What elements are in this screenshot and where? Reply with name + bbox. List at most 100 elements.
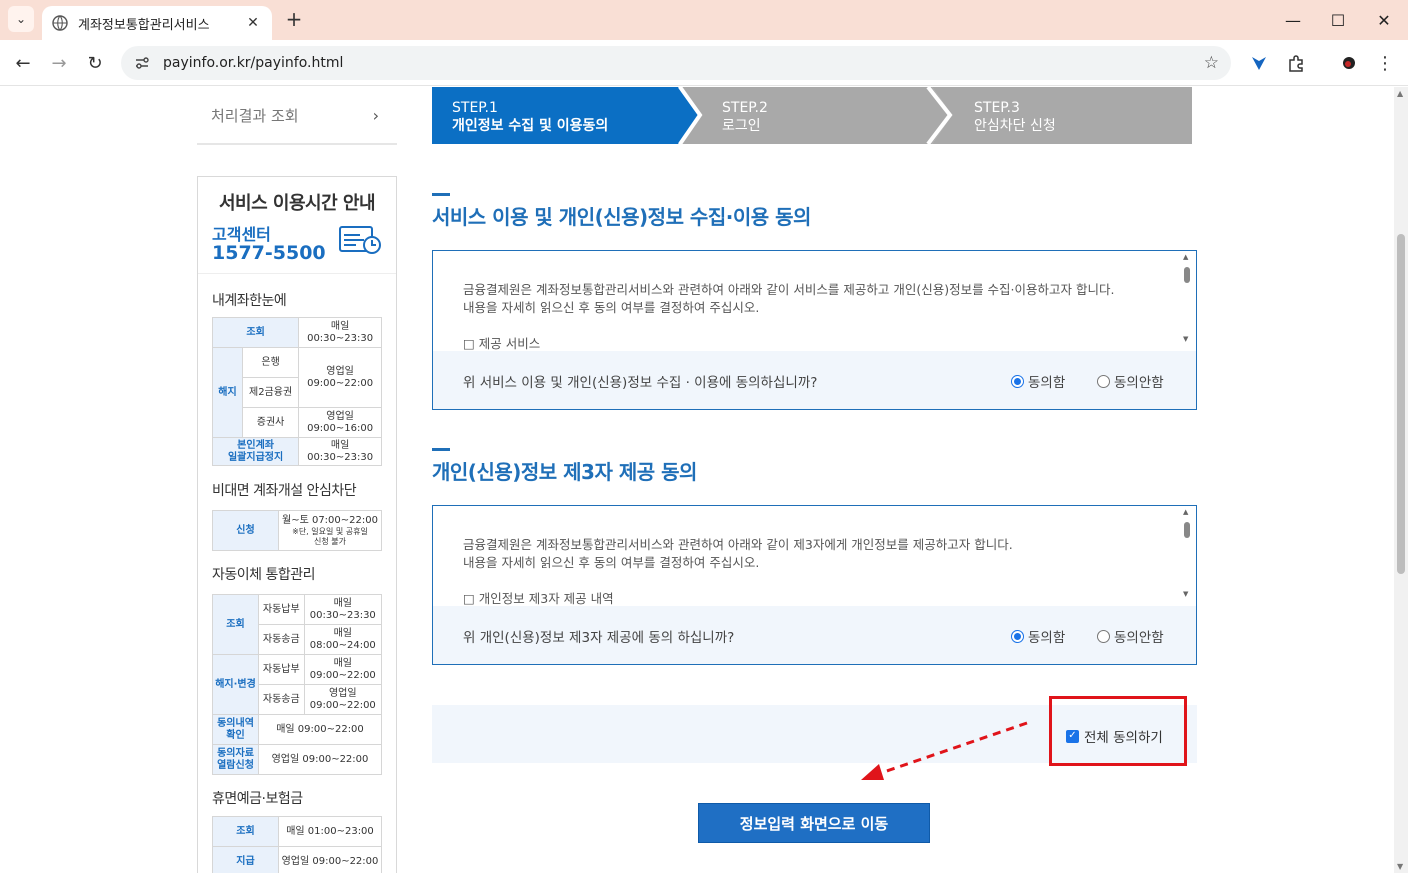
- cell-bill: 자동납부: [258, 594, 305, 625]
- tab-search-button[interactable]: ⌄: [8, 6, 34, 32]
- consent2-scrollbar[interactable]: ▲ ▼: [1182, 508, 1192, 598]
- consent2-text[interactable]: 금융결제원은 계좌정보통합관리서비스와 관련하여 아래와 같이 제3자에게 개인…: [463, 536, 1013, 608]
- scroll-up-icon[interactable]: ▲: [1183, 253, 1188, 261]
- scroll-thumb[interactable]: [1184, 522, 1190, 538]
- scroll-down-icon[interactable]: ▼: [1183, 335, 1188, 343]
- cell-time: 매일 00:30~23:30: [298, 437, 382, 466]
- nonface-title: 비대면 계좌개설 안심차단: [212, 483, 357, 499]
- consent2-disagree-radio[interactable]: 동의안함: [1097, 626, 1164, 646]
- back-arrow-icon[interactable]: ←: [10, 50, 36, 76]
- cell-time: 영업일 09:00~22:00: [278, 846, 382, 873]
- tab-title: 계좌정보통합관리서비스: [78, 17, 210, 33]
- cell-transfer: 자동송금: [258, 684, 305, 715]
- service-hours-panel: 서비스 이용시간 안내 고객센터 1577-5500 내계좌한눈에 조회 매일 …: [197, 176, 397, 873]
- scroll-down-icon[interactable]: ▼: [1397, 862, 1403, 871]
- dormant-title: 휴면예금·보험금: [212, 791, 303, 807]
- section-accent-bar: [432, 448, 450, 451]
- cell-bulk-stop: 본인계좌 일괄지급정지: [211, 437, 300, 466]
- divider: [198, 273, 396, 274]
- consent1-line2: 내용을 자세히 읽으신 후 동의 여부를 결정하여 주십시오.: [463, 300, 760, 315]
- consent2-heading: 개인(신용)정보 제3자 제공 동의: [432, 460, 697, 484]
- cell-bill: 자동납부: [258, 654, 305, 685]
- cell-time: 매일 00:30~23:30: [298, 317, 382, 348]
- cell-cancel: 해지: [212, 347, 243, 438]
- address-bar[interactable]: payinfo.or.kr/payinfo.html ☆: [121, 46, 1231, 80]
- go-to-info-input-button[interactable]: 정보입력 화면으로 이동: [698, 803, 930, 843]
- consent1-heading: 서비스 이용 및 개인(신용)정보 수집·이용 동의: [432, 205, 811, 229]
- radio-selected-icon: [1011, 629, 1024, 643]
- consent1-disagree-radio[interactable]: 동의안함: [1097, 371, 1164, 391]
- step-3-label: 안심차단 신청: [974, 118, 1056, 134]
- forward-arrow-icon[interactable]: →: [46, 50, 72, 76]
- agree-all-label: 전체 동의하기: [1084, 730, 1163, 746]
- cell-time: 매일 08:00~24:00: [303, 624, 383, 655]
- cell-2nd-finance: 제2금융권: [241, 377, 300, 408]
- step-2-label: 로그인: [722, 118, 761, 134]
- calendar-clock-icon: [339, 226, 381, 254]
- cell-apply: 신청: [212, 510, 279, 551]
- scroll-thumb[interactable]: [1184, 267, 1190, 283]
- scroll-up-icon[interactable]: ▲: [1183, 508, 1188, 516]
- scroll-down-icon[interactable]: ▼: [1183, 590, 1188, 598]
- consent1-disagree-label: 동의안함: [1114, 375, 1164, 391]
- radio-unselected-icon: [1097, 374, 1110, 388]
- page-content: 처리결과 조회 › 서비스 이용시간 안내 고객센터 1577-5500 내계좌…: [0, 87, 1394, 873]
- customer-center-phone: 1577-5500: [212, 242, 326, 264]
- vpn-extension-icon[interactable]: [1248, 52, 1270, 74]
- cell-transfer: 자동송금: [258, 624, 305, 655]
- minimize-button[interactable]: —: [1278, 8, 1308, 32]
- step-2: STEP.2 로그인: [722, 87, 768, 144]
- cell-consent-view: 동의자료 열람신청: [212, 744, 259, 775]
- cell-time: 매일 00:30~23:30: [303, 594, 383, 625]
- cell-time: 영업일 09:00~22:00: [258, 744, 382, 775]
- step-3: STEP.3 안심차단 신청: [974, 87, 1056, 144]
- close-window-button[interactable]: ✕: [1369, 8, 1399, 32]
- browser-tab[interactable]: 계좌정보통합관리서비스 ✕: [42, 6, 272, 40]
- close-tab-icon[interactable]: ✕: [244, 15, 262, 31]
- consent2-line2: 내용을 자세히 읽으신 후 동의 여부를 결정하여 주십시오.: [463, 555, 760, 570]
- my-account-hours-table: 조회 매일 00:30~23:30 해지 은행 영업일 09:00~22:00 …: [211, 317, 382, 466]
- consent2-disagree-label: 동의안함: [1114, 630, 1164, 646]
- nonface-hours-table: 신청 월~토 07:00~22:00 ※단, 일요일 및 공휴일 신청 불가: [212, 510, 382, 551]
- autopay-hours-table: 조회 자동납부 매일 00:30~23:30 자동송금 매일 08:00~24:…: [212, 594, 383, 775]
- globe-icon: [52, 15, 68, 31]
- menu-kebab-icon[interactable]: ⋮: [1374, 52, 1396, 74]
- extensions-puzzle-icon[interactable]: [1285, 52, 1307, 74]
- consent2-box: 금융결제원은 계좌정보통합관리서비스와 관련하여 아래와 같이 제3자에게 개인…: [432, 505, 1197, 665]
- new-tab-button[interactable]: +: [284, 8, 304, 30]
- agree-all-checkbox[interactable]: ✓ 전체 동의하기: [1066, 726, 1163, 746]
- reload-icon[interactable]: ↻: [82, 50, 108, 76]
- nonface-time: 월~토 07:00~22:00: [282, 514, 378, 526]
- result-inquiry-label: 처리결과 조회: [211, 106, 299, 125]
- url-text: payinfo.or.kr/payinfo.html: [163, 55, 344, 71]
- cell-securities: 증권사: [241, 407, 300, 438]
- cell-time: 매일 01:00~23:00: [278, 816, 382, 847]
- consent2-agree-label: 동의함: [1028, 630, 1066, 646]
- scroll-thumb[interactable]: [1397, 234, 1405, 574]
- checkbox-checked-icon: ✓: [1066, 729, 1079, 743]
- scroll-up-icon[interactable]: ▲: [1397, 89, 1403, 98]
- browser-toolbar: ← → ↻ payinfo.or.kr/payinfo.html ☆ ⋮: [0, 40, 1408, 86]
- cell-consent-confirm: 동의내역 확인: [212, 714, 259, 745]
- cell-time: 영업일 09:00~22:00: [298, 347, 382, 408]
- consent1-agree-radio[interactable]: 동의함: [1011, 371, 1065, 391]
- site-settings-icon[interactable]: [133, 54, 151, 72]
- consent1-scrollbar[interactable]: ▲ ▼: [1182, 253, 1192, 343]
- cell-inquiry: 조회: [211, 317, 300, 348]
- profile-avatar-icon[interactable]: [1338, 52, 1360, 74]
- step-1-label: 개인정보 수집 및 이용동의: [452, 118, 609, 134]
- nonface-note: ※단, 일요일 및 공휴일 신청 불가: [292, 526, 368, 546]
- consent1-text[interactable]: 금융결제원은 계좌정보통합관리서비스와 관련하여 아래와 같이 서비스를 제공하…: [463, 281, 1114, 353]
- result-inquiry-link[interactable]: 처리결과 조회 ›: [197, 87, 397, 145]
- consent1-question: 위 서비스 이용 및 개인(신용)정보 수집 · 이용에 동의하십니까?: [463, 375, 818, 391]
- service-hours-title: 서비스 이용시간 안내: [218, 193, 376, 214]
- cell-pay: 지급: [212, 846, 279, 873]
- page-scrollbar[interactable]: ▲ ▼: [1394, 87, 1408, 873]
- step-1: STEP.1 개인정보 수집 및 이용동의: [452, 87, 608, 144]
- consent1-question-row: 위 서비스 이용 및 개인(신용)정보 수집 · 이용에 동의하십니까? 동의함…: [433, 351, 1196, 409]
- my-account-title: 내계좌한눈에: [212, 293, 287, 309]
- bookmark-star-icon[interactable]: ☆: [1204, 53, 1219, 73]
- maximize-button[interactable]: ☐: [1323, 8, 1353, 32]
- consent2-agree-radio[interactable]: 동의함: [1011, 626, 1065, 646]
- cell-time: 매일 09:00~22:00: [258, 714, 382, 745]
